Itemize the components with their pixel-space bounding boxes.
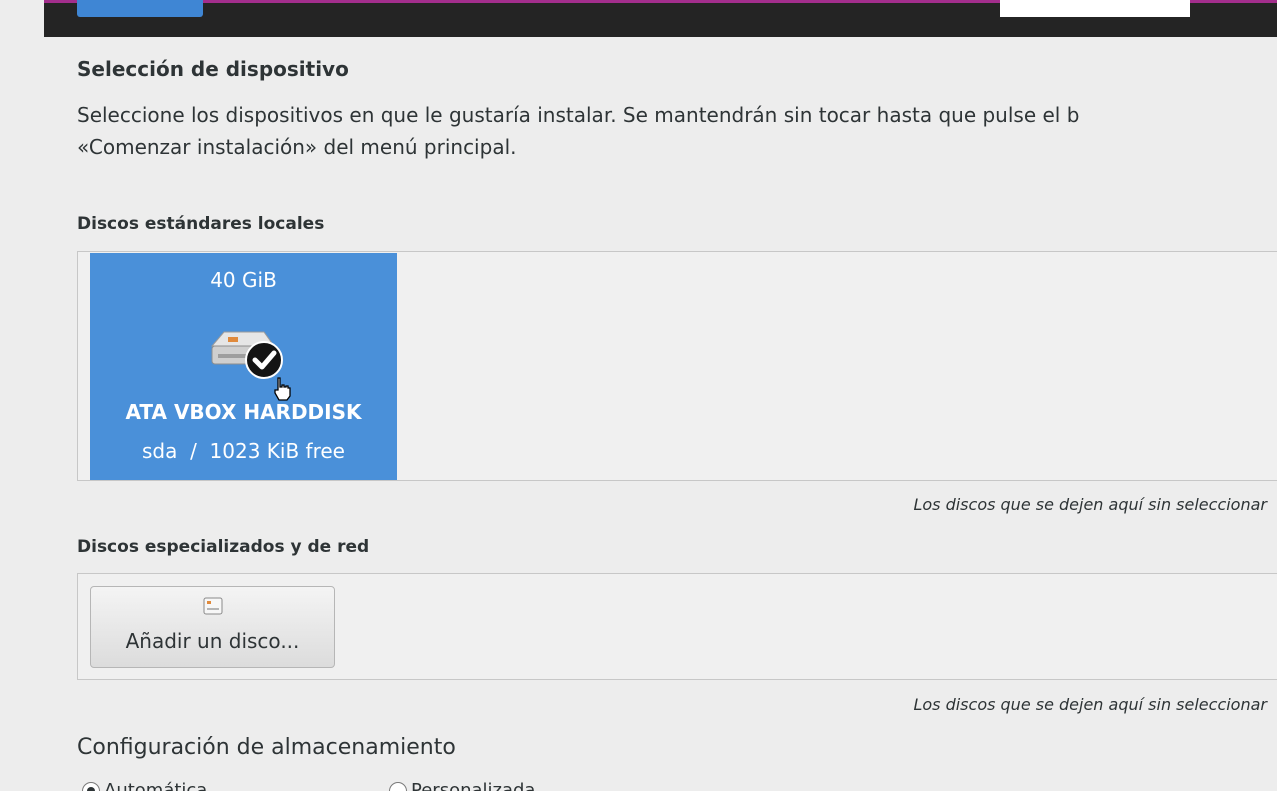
keyboard-layout-field[interactable] — [1000, 0, 1190, 17]
radio-custom-indicator[interactable] — [389, 782, 407, 791]
disk-detail: sda / 1023 KiB free — [142, 439, 345, 463]
radio-automatic-label: Automática — [104, 780, 208, 791]
disk-model: ATA VBOX HARDDISK — [125, 400, 362, 424]
disk-card-sda[interactable]: 40 GiB ATA VBOX HARDDISK sda / 1023 KiB … — [90, 253, 397, 480]
specialized-disks-hint: Los discos que se dejen aquí sin selecci… — [913, 695, 1267, 714]
radio-automatic[interactable]: Automática — [82, 780, 207, 791]
left-margin — [0, 0, 44, 791]
specialized-disks-header: Discos especializados y de red — [77, 537, 370, 557]
add-disk-label: Añadir un disco... — [125, 629, 300, 653]
storage-config-title: Configuración de almacenamiento — [77, 735, 456, 760]
radio-custom[interactable]: Personalizada — [389, 780, 535, 791]
local-disks-panel: 40 GiB ATA VBOX HARDDISK sda / 1023 KiB … — [77, 251, 1277, 481]
main-content: Selección de dispositivo Seleccione los … — [44, 37, 1277, 791]
device-selection-description: Seleccione los dispositivos en que le gu… — [77, 99, 1277, 163]
radio-automatic-indicator[interactable] — [82, 782, 100, 791]
local-disks-hint: Los discos que se dejen aquí sin selecci… — [913, 495, 1267, 514]
add-disk-button[interactable]: Añadir un disco... — [90, 586, 335, 668]
hand-pointer-icon — [274, 377, 291, 401]
device-selection-title: Selección de dispositivo — [77, 57, 349, 81]
radio-custom-label: Personalizada — [411, 780, 536, 791]
specialized-disks-panel: Añadir un disco... — [77, 573, 1277, 680]
header-bar — [44, 0, 1277, 37]
description-line-2: «Comenzar instalación» del menú principa… — [77, 135, 517, 159]
description-line-1: Seleccione los dispositivos en que le gu… — [77, 103, 1080, 127]
disk-add-icon — [203, 597, 223, 615]
local-disks-header: Discos estándares locales — [77, 214, 325, 234]
done-button[interactable] — [77, 0, 203, 17]
disk-size: 40 GiB — [210, 268, 277, 292]
